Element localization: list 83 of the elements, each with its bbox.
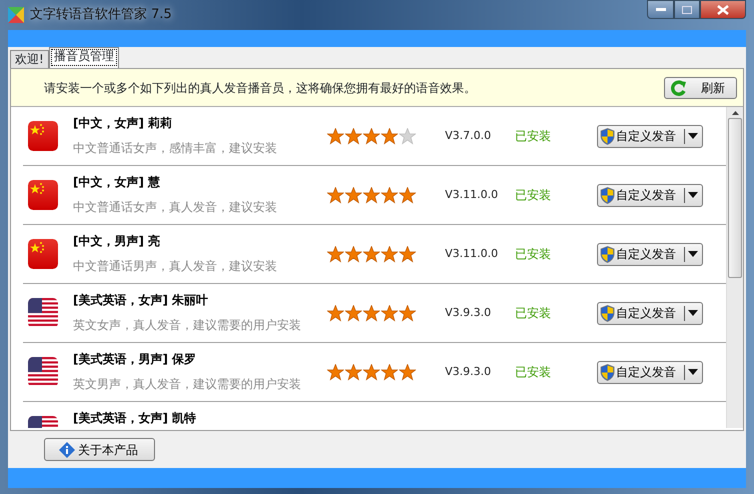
shield-icon	[600, 128, 615, 144]
app-icon	[8, 7, 24, 23]
star-icon	[327, 304, 344, 322]
star-icon	[363, 128, 380, 144]
close-button[interactable]	[700, 0, 746, 19]
status-text: 已安装	[515, 306, 551, 320]
star-icon	[399, 246, 416, 262]
star-icon	[345, 128, 362, 144]
minimize-icon	[656, 8, 666, 12]
star-icon	[363, 304, 380, 322]
maximize-icon	[682, 6, 692, 14]
star-icon	[363, 246, 380, 262]
star-icon	[345, 246, 362, 262]
window-title: 文字转语音软件管家 7.5	[30, 6, 172, 24]
star-icon	[399, 186, 416, 204]
minimize-button[interactable]	[647, 0, 674, 19]
star-icon	[345, 304, 362, 322]
scroll-up-icon[interactable]	[732, 111, 738, 116]
star-icon	[381, 364, 398, 380]
version-text: V3.11.0.0	[445, 188, 498, 201]
flag-icon	[28, 239, 58, 269]
voice-title: [中文，女声] 莉莉	[73, 115, 174, 131]
custom-voice-button[interactable]: 自定义发音	[597, 242, 703, 266]
star-icon	[381, 186, 398, 204]
info-icon	[59, 442, 75, 458]
voice-title: [中文，女声] 慧	[73, 174, 162, 190]
about-button[interactable]: 关于本产品	[44, 438, 155, 461]
voice-title: [美式英语，男声] 保罗	[73, 351, 198, 367]
version-text: V3.9.3.0	[445, 364, 492, 378]
voice-description: 中文普通话女声，感情丰富，建议安装	[73, 140, 278, 157]
flag-icon	[28, 180, 58, 210]
star-icon	[399, 364, 416, 380]
voice-title: [美式英语，女声] 朱丽叶	[73, 292, 210, 308]
flag-icon	[28, 298, 58, 328]
version-text: V3.9.3.0	[445, 306, 492, 319]
notice-text: 请安装一个或多个如下列出的真人发音播音员，这将确保您拥有最好的语音效果。	[44, 80, 476, 96]
status-text: 已安装	[515, 365, 551, 379]
flag-icon	[28, 357, 58, 387]
status-text: 已安装	[515, 129, 551, 143]
star-icon	[399, 304, 416, 322]
voice-title: [美式英语，女声] 凯特	[73, 410, 198, 426]
caret-icon	[688, 133, 698, 139]
custom-voice-button[interactable]: 自定义发音	[597, 184, 703, 206]
star-icon	[399, 128, 416, 144]
custom-voice-button[interactable]: 自定义发音	[597, 360, 703, 384]
version-text: V3.7.0.0	[445, 128, 492, 142]
caret-icon	[688, 310, 698, 316]
star-icon	[381, 128, 398, 144]
flag-icon	[28, 121, 58, 151]
star-icon	[381, 304, 398, 322]
tab[interactable]: 播音员管理	[48, 47, 119, 68]
refresh-button[interactable]: 刷新	[664, 76, 737, 98]
star-icon	[327, 186, 344, 204]
custom-voice-button[interactable]: 自定义发音	[597, 302, 703, 324]
voice-description: 英文女声，真人发音，建议需要的用户安装	[73, 317, 302, 334]
tab[interactable]: 欢迎!	[10, 50, 49, 68]
status-text: 已安装	[515, 247, 551, 261]
shield-icon	[600, 364, 615, 380]
star-icon	[381, 246, 398, 262]
custom-voice-button[interactable]: 自定义发音	[597, 124, 703, 148]
voice-description: 英文男声，真人发音，建议需要的用户安装	[73, 376, 302, 393]
star-icon	[345, 186, 362, 204]
caret-icon	[688, 192, 698, 198]
shield-icon	[600, 246, 615, 262]
caret-icon	[688, 369, 698, 375]
star-icon	[327, 128, 344, 144]
voice-description: 中文普通话男声，真人发音，建议安装	[73, 258, 278, 275]
star-icon	[327, 364, 344, 380]
voice-description: 中文普通话女声，真人发音，建议安装	[73, 199, 278, 216]
maximize-button[interactable]	[674, 0, 700, 19]
voice-title: [中文，男声] 亮	[73, 233, 162, 249]
close-icon	[717, 4, 729, 14]
scrollbar[interactable]	[726, 107, 743, 428]
version-text: V3.11.0.0	[445, 246, 498, 260]
star-icon	[345, 364, 362, 380]
star-icon	[327, 246, 344, 262]
shield-icon	[600, 186, 615, 204]
caret-icon	[688, 251, 698, 257]
refresh-icon	[671, 80, 687, 96]
star-icon	[363, 186, 380, 204]
star-icon	[363, 364, 380, 380]
shield-icon	[600, 304, 615, 322]
status-text: 已安装	[515, 188, 551, 202]
